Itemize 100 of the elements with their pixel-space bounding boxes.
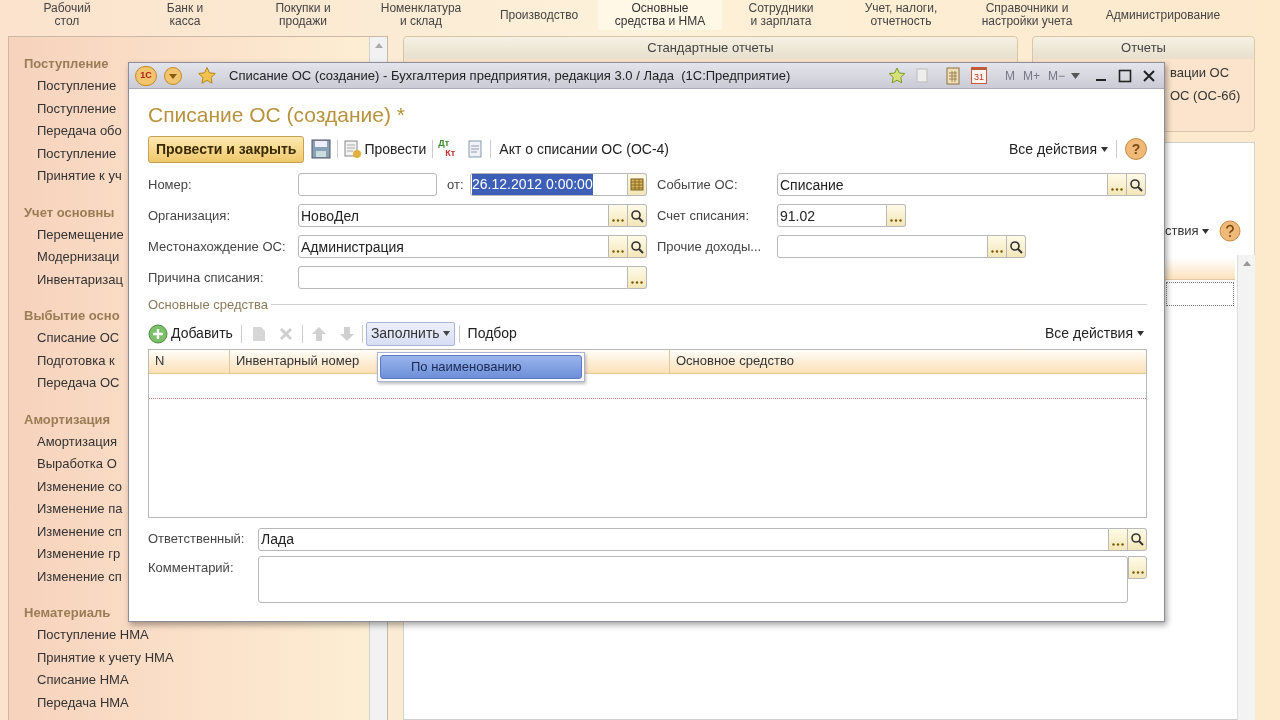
menu-item[interactable]: По наименованию — [380, 355, 582, 379]
sidebar-link[interactable]: Изменение со — [37, 475, 123, 498]
sidebar-link[interactable]: Передача НМА — [37, 691, 129, 714]
document-icon[interactable] — [466, 139, 485, 159]
group-title: Поступление — [24, 55, 109, 73]
sidebar-link[interactable]: Принятие к учету НМА — [37, 646, 174, 669]
nav-tab[interactable]: Рабочий стол — [8, 0, 126, 30]
calendar-icon[interactable]: 31 — [970, 67, 987, 84]
input-field[interactable]: Лада — [258, 527, 1109, 551]
nav-tab[interactable]: Учет, налоги, отчетность — [840, 0, 962, 30]
sidebar-link[interactable]: Поступление НМА — [37, 624, 149, 647]
field-label: Прочие доходы... — [657, 237, 763, 256]
sidebar-link[interactable]: Модернизаци — [37, 246, 120, 269]
panel-title: Стандартные отчеты — [404, 37, 1017, 59]
print-link[interactable]: Акт о списании ОС (ОС-4) — [499, 138, 670, 160]
all-actions-button[interactable]: Все действия — [1044, 323, 1144, 344]
nav-tab[interactable]: Сотрудники и зарплата — [722, 0, 840, 30]
sidebar-link[interactable]: Подготовка к — [37, 349, 115, 372]
nav-tab[interactable]: Справочники и настройки учета — [962, 0, 1092, 30]
ellipsis-icon — [612, 250, 624, 253]
calendar-button[interactable] — [628, 173, 647, 196]
search-icon — [1130, 532, 1144, 546]
sidebar-link[interactable]: Поступление — [37, 75, 117, 98]
button-label: Все действия — [1008, 139, 1097, 159]
maximize-icon[interactable] — [1118, 68, 1132, 83]
add-button[interactable]: Добавить — [148, 323, 233, 344]
save-icon[interactable] — [311, 139, 332, 159]
nav-tab[interactable]: Основные средства и НМА — [598, 0, 722, 30]
help-button[interactable]: ? — [1125, 138, 1147, 160]
star-icon[interactable] — [886, 66, 907, 85]
sidebar-link[interactable]: Выработка О — [37, 453, 117, 476]
input-field[interactable]: Списание — [777, 173, 1108, 196]
date-field[interactable]: 26.12.2012 0:00:00 — [470, 173, 628, 196]
pick-button[interactable]: Подбор — [467, 323, 517, 344]
search-button[interactable] — [1007, 235, 1026, 258]
nav-tab[interactable]: Банк и касса — [126, 0, 244, 30]
calculator-icon[interactable] — [944, 66, 961, 85]
plus-icon — [148, 323, 168, 344]
sidebar-link[interactable]: Списание НМА — [37, 669, 129, 692]
app-logo[interactable]: 1С — [135, 65, 157, 86]
choice-button[interactable] — [628, 266, 647, 289]
debit-credit-button[interactable]: Дт Кт — [438, 138, 461, 160]
sidebar-link[interactable]: Поступление — [37, 142, 117, 165]
report-link[interactable]: вации ОС — [1170, 61, 1254, 84]
choice-button[interactable] — [887, 204, 906, 227]
nav-tab[interactable]: Администрирование — [1092, 0, 1234, 30]
search-button[interactable] — [1127, 173, 1146, 196]
nav-tab[interactable]: Номенклатура и склад — [362, 0, 480, 30]
nav-tab[interactable]: Производство — [480, 0, 598, 30]
sidebar-link[interactable]: Поступление — [37, 97, 117, 120]
field-label: от: — [447, 175, 465, 194]
group-title: Учет основны — [24, 203, 115, 222]
comment-field[interactable] — [258, 555, 1128, 603]
post-button[interactable]: Провести — [343, 138, 427, 160]
section-title: Основные средства — [148, 296, 268, 314]
calendar-icon — [630, 177, 644, 192]
input-field[interactable]: НовоДел — [298, 204, 609, 227]
button-label: Все действия — [1044, 324, 1133, 343]
sidebar-link[interactable]: Изменение па — [37, 498, 123, 521]
input-field[interactable] — [298, 266, 628, 289]
star-icon[interactable] — [197, 65, 217, 86]
sidebar-link[interactable]: Инвентаризац — [37, 268, 123, 291]
sidebar-link[interactable]: Перемещение — [37, 223, 124, 246]
ellipsis-icon — [1111, 188, 1123, 191]
table-row[interactable] — [1166, 282, 1234, 306]
column-header[interactable]: N — [149, 349, 229, 373]
scrollbar[interactable] — [1237, 255, 1255, 720]
input-field[interactable]: Администрация — [298, 235, 609, 258]
sidebar-link[interactable]: Передача обо — [37, 120, 122, 143]
close-icon[interactable] — [1142, 68, 1156, 83]
sidebar-link[interactable]: Амортизация — [37, 430, 117, 453]
sidebar-link[interactable]: Изменение сп — [37, 520, 122, 543]
field-label: Организация: — [148, 206, 232, 225]
dropdown-icon[interactable] — [163, 65, 183, 86]
column-header[interactable]: Основное средство — [669, 349, 1146, 373]
help-icon[interactable] — [1218, 220, 1241, 242]
sidebar-link[interactable]: Изменение гр — [37, 543, 121, 566]
field-label: Причина списания: — [148, 268, 265, 287]
all-actions-button[interactable]: Все действия — [1008, 138, 1108, 160]
input-field[interactable]: 91.02 — [777, 204, 887, 227]
fill-button[interactable]: Заполнить — [365, 321, 455, 346]
group-title: Нематериаль — [24, 604, 111, 622]
nav-tab[interactable]: Покупки и продажи — [244, 0, 362, 30]
sidebar-link[interactable]: Списание ОС — [37, 327, 120, 350]
sidebar-link[interactable]: Передача ОС — [37, 372, 120, 395]
search-button[interactable] — [628, 204, 647, 227]
sidebar-link[interactable]: Принятие к уч — [37, 165, 122, 188]
report-link[interactable]: ОС (ОС-6б) — [1170, 84, 1254, 107]
caret-icon — [1137, 331, 1144, 336]
input-field[interactable] — [298, 173, 437, 196]
ellipsis-icon — [631, 281, 643, 284]
caret-icon[interactable] — [1071, 72, 1080, 79]
field-label: Местонахождение ОС: — [148, 237, 287, 256]
all-actions-button[interactable]: ствия — [1165, 221, 1209, 241]
search-button[interactable] — [1128, 527, 1147, 551]
input-field[interactable] — [777, 235, 988, 258]
sidebar-link[interactable]: Изменение сп — [37, 565, 122, 588]
button-label: Добавить — [171, 324, 233, 343]
search-button[interactable] — [628, 235, 647, 258]
post-close-button[interactable]: Провести и закрыть — [148, 135, 305, 163]
